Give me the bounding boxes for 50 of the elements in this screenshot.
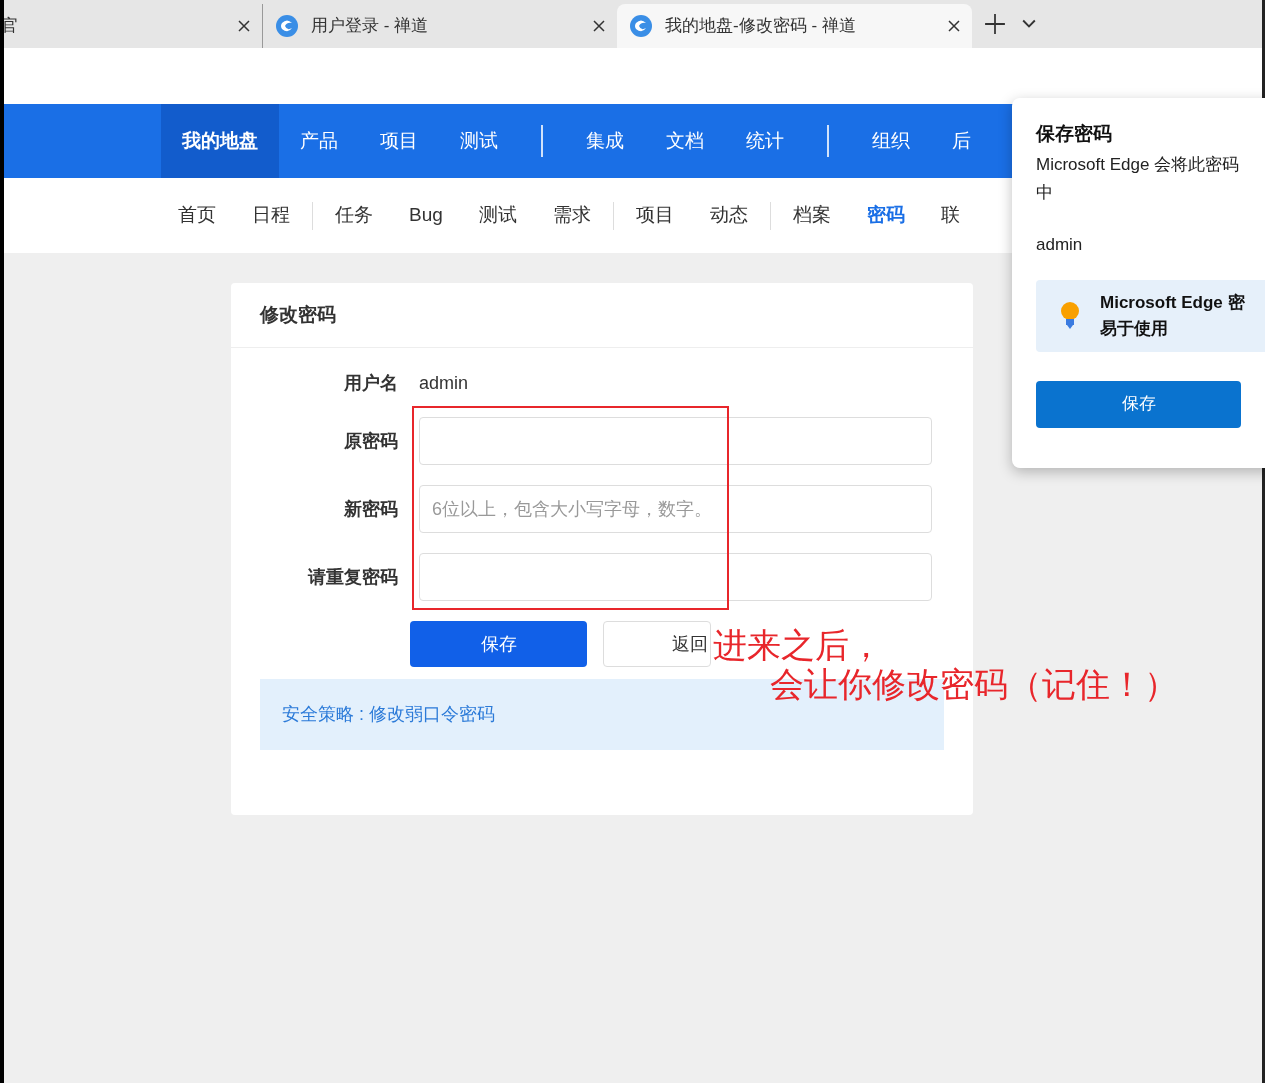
nav-item[interactable]: 组织 <box>851 104 931 178</box>
subnav-item[interactable]: 需求 <box>534 201 609 230</box>
popup-username: admin <box>1036 234 1084 256</box>
input-field[interactable] <box>419 553 932 601</box>
close-icon[interactable] <box>238 20 250 32</box>
annotation-text: 进来之后， <box>713 625 883 665</box>
subnav-item[interactable]: 测试 <box>460 201 535 230</box>
chevron-down-icon[interactable] <box>1022 19 1036 29</box>
subnav-item[interactable]: 密码 <box>848 201 923 230</box>
input-field[interactable] <box>419 417 932 465</box>
close-icon[interactable] <box>948 20 960 32</box>
nav-item[interactable]: 统计 <box>725 104 805 178</box>
tab-favicon-icon <box>629 14 653 38</box>
field-label: 原密码 <box>343 429 398 453</box>
subnav-item[interactable]: 日程 <box>234 201 308 230</box>
subnav-item[interactable]: 动态 <box>691 201 766 230</box>
popup-save-button[interactable]: 保存 <box>1036 380 1241 428</box>
new-tab-icon[interactable] <box>984 13 1006 35</box>
subnav-item[interactable]: 项目 <box>617 201 692 230</box>
nav-item[interactable]: 产品 <box>279 104 359 178</box>
subnav-item[interactable]: 档案 <box>774 201 849 230</box>
back-button[interactable]: 返回 <box>603 621 711 667</box>
field-label: 用户名 <box>343 372 398 395</box>
tip-text: Microsoft Edge 密 <box>1100 291 1245 314</box>
subnav-item[interactable]: 首页 <box>160 201 234 230</box>
field-value: admin <box>419 372 469 395</box>
subnav-item[interactable]: 联 <box>922 201 978 230</box>
save-button[interactable]: 保存 <box>410 621 587 667</box>
nav-item[interactable]: 测试 <box>439 104 519 178</box>
tab-favicon-icon <box>275 14 299 38</box>
nav-item[interactable]: 集成 <box>565 104 645 178</box>
notice-text: 安全策略 : 修改弱口令密码 <box>282 703 495 726</box>
field-label: 新密码 <box>343 497 398 521</box>
annotation-text: 会让你修改密码（记住！） <box>770 664 1178 704</box>
subnav-item[interactable]: 任务 <box>317 201 391 230</box>
lightbulb-icon <box>1060 300 1080 331</box>
subnav-item[interactable]: Bug <box>391 201 461 230</box>
close-icon[interactable] <box>593 20 605 32</box>
nav-item[interactable]: 文档 <box>645 104 725 178</box>
popup-message: Microsoft Edge 会将此密码 <box>1036 154 1241 176</box>
input-field[interactable]: 6位以上，包含大小写字母，数字。 <box>419 485 932 533</box>
browser-tab[interactable]: 我的地盘-修改密码 - 禅道 <box>617 4 972 48</box>
field-label: 请重复密码 <box>306 565 398 589</box>
nav-item[interactable]: 项目 <box>359 104 439 178</box>
popup-message: 中 <box>1036 182 1054 204</box>
card-title: 修改密码 <box>260 302 336 327</box>
popup-title: 保存密码 <box>1036 122 1113 146</box>
nav-item[interactable]: 后 <box>931 104 992 178</box>
tip-text: 易于使用 <box>1100 317 1169 340</box>
nav-item[interactable]: 我的地盘 <box>161 104 279 178</box>
